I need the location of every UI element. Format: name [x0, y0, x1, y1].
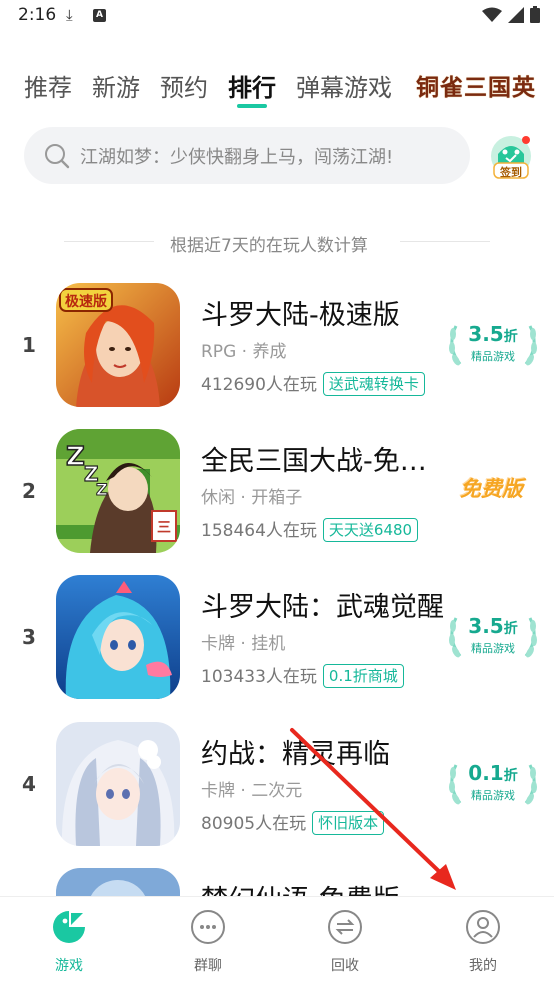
- nav-tab-games[interactable]: 游戏: [24, 909, 114, 975]
- game-icon-douluo-awakening[interactable]: [56, 575, 180, 699]
- svg-text:三: 三: [157, 520, 171, 536]
- search-placeholder: 江湖如梦：少侠快翻身上马，闯荡江湖!: [80, 147, 394, 168]
- nav-tab-recycle[interactable]: 回收: [300, 909, 390, 975]
- game-title[interactable]: 全民三国大战-免费版: [201, 439, 446, 478]
- divider: [400, 241, 490, 242]
- tab-recommend[interactable]: 推荐: [24, 68, 72, 103]
- nav-label: 我的: [469, 958, 497, 974]
- icon-caption: 极速版: [65, 293, 107, 310]
- nav-tab-chat[interactable]: 群聊: [163, 909, 253, 975]
- signal-icon: [508, 6, 524, 23]
- tab-danmaku-games[interactable]: 弹幕游戏: [296, 68, 392, 103]
- discount-badge[interactable]: 0.1折 精品游戏: [446, 759, 540, 809]
- game-icon-quanmin-sanguo[interactable]: 三 Z Z Z: [56, 429, 180, 553]
- game-title[interactable]: 斗罗大陆-极速版: [201, 293, 446, 332]
- promo-tag[interactable]: 天天送6480: [322, 518, 419, 542]
- game-row[interactable]: 4 约战：精灵再临 卡牌 · 二次元 80905人在玩 怀旧版本 0.1折 精品游…: [0, 722, 554, 862]
- sign-in-label: 签到: [500, 166, 522, 179]
- ranking-note: 根据近7天的在玩人数计算: [0, 228, 554, 256]
- game-title[interactable]: 约战：精灵再临: [201, 732, 446, 771]
- game-icon-yuezhan-spirit[interactable]: [56, 722, 180, 846]
- game-icon-douluo-speed[interactable]: 极速版: [56, 283, 180, 407]
- promo-tag[interactable]: 怀旧版本: [312, 811, 385, 835]
- battery-icon: [530, 6, 540, 23]
- game-title[interactable]: 斗罗大陆：武魂觉醒: [201, 585, 446, 624]
- recycle-icon: [328, 910, 362, 944]
- icon-caption: Z: [66, 442, 85, 472]
- free-version-badge[interactable]: 免费版: [460, 473, 523, 503]
- top-tabs: 推荐 新游 预约 排行 弹幕游戏 铜雀三国英: [0, 60, 554, 110]
- tab-new-games[interactable]: 新游: [92, 68, 140, 103]
- game-icon-menghuan-xianyu[interactable]: [56, 868, 180, 896]
- game-row[interactable]: 1 极速版 斗罗大陆-极速版 RPG · 养成 412690人在玩 送武魂转换卡 …: [0, 283, 554, 423]
- game-players-line: 158464人在玩 天天送6480: [201, 516, 419, 542]
- ranking-note-text: 根据近7天的在玩人数计算: [170, 236, 368, 256]
- download-icon: ⤓: [66, 6, 73, 24]
- player-count: 103433人在玩: [201, 667, 317, 687]
- discount-unit: 折: [503, 621, 518, 637]
- discount-unit: 折: [503, 329, 518, 345]
- game-category: RPG · 养成: [201, 342, 287, 362]
- wifi-icon: [482, 7, 502, 22]
- notification-a-icon: A: [93, 9, 106, 22]
- discount-badge[interactable]: 3.5折 精品游戏: [446, 320, 540, 370]
- discount-value: 3.5: [468, 322, 504, 346]
- game-title[interactable]: 梦幻仙语-免费版: [201, 878, 446, 896]
- nav-label: 回收: [331, 958, 359, 974]
- game-category: 卡牌 · 挂机: [201, 634, 286, 654]
- search-bar[interactable]: 江湖如梦：少侠快翻身上马，闯荡江湖!: [24, 127, 470, 184]
- status-time: 2:16: [18, 5, 57, 25]
- chat-icon: [191, 910, 225, 944]
- discount-badge[interactable]: 3.5折 精品游戏: [446, 612, 540, 662]
- status-bar: 2:16 ⤓ A: [0, 0, 554, 34]
- profile-icon: [466, 910, 500, 944]
- nav-tab-profile[interactable]: 我的: [438, 909, 528, 975]
- game-row[interactable]: 梦幻仙语-免费版: [0, 868, 554, 896]
- promo-tag[interactable]: 送武魂转换卡: [322, 372, 425, 396]
- game-category: 休闲 · 开箱子: [201, 488, 303, 508]
- nav-label: 群聊: [194, 958, 222, 974]
- player-count: 80905人在玩: [201, 814, 307, 834]
- rank-number: 2: [22, 479, 36, 503]
- rank-number: 1: [22, 333, 36, 357]
- active-tab-indicator: [237, 104, 267, 108]
- rank-number: 3: [22, 625, 36, 649]
- game-row[interactable]: 2 三 Z Z Z 全民三国大战-免费版 休闲 · 开箱子 158464人在玩天…: [0, 429, 554, 569]
- badge-label: 精品游戏: [471, 350, 515, 363]
- game-row[interactable]: 3 斗罗大陆：武魂觉醒 卡牌 · 挂机 103433人在玩 0.1折商城 3.5折…: [0, 575, 554, 715]
- tab-reserve[interactable]: 预约: [160, 68, 208, 103]
- player-count: 412690人在玩: [201, 375, 317, 395]
- divider: [64, 241, 154, 242]
- game-icon: [53, 911, 85, 943]
- player-count: 158464人在玩: [201, 521, 317, 541]
- game-players-line: 412690人在玩 送武魂转换卡: [201, 370, 425, 396]
- search-icon: [45, 144, 70, 169]
- tab-promo-banner[interactable]: 铜雀三国英: [416, 68, 536, 102]
- discount-value: 0.1: [468, 761, 504, 785]
- discount-value: 3.5: [468, 614, 504, 638]
- tab-ranking[interactable]: 排行: [228, 68, 276, 103]
- sign-in-button[interactable]: 签到: [488, 134, 534, 180]
- discount-unit: 折: [503, 768, 518, 784]
- badge-label: 精品游戏: [471, 789, 515, 802]
- game-players-line: 103433人在玩 0.1折商城: [201, 662, 404, 688]
- game-category: 卡牌 · 二次元: [201, 781, 303, 801]
- nav-label: 游戏: [55, 958, 83, 974]
- rank-number: 4: [22, 772, 36, 796]
- bottom-navigation: 游戏 群聊 回收 我的: [0, 896, 554, 985]
- promo-tag[interactable]: 0.1折商城: [322, 664, 404, 688]
- svg-text:Z: Z: [96, 480, 108, 499]
- game-players-line: 80905人在玩 怀旧版本: [201, 809, 385, 835]
- badge-label: 精品游戏: [471, 642, 515, 655]
